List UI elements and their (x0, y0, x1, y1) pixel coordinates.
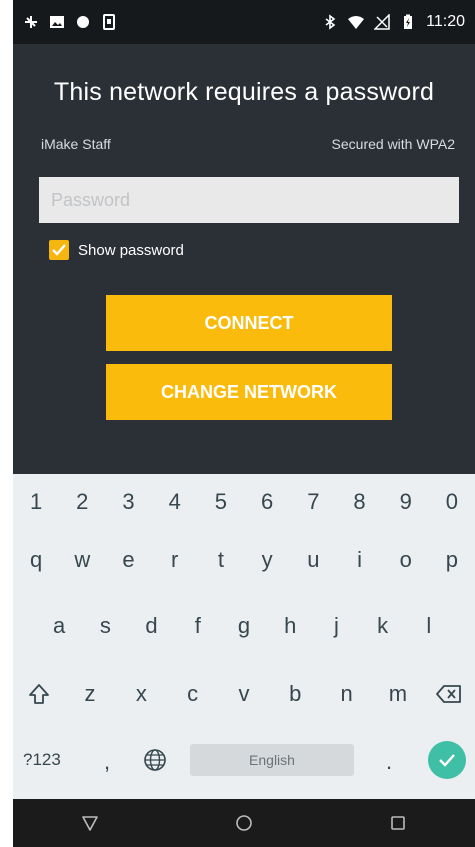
key-q[interactable]: q (13, 536, 59, 584)
phone-screen: 11:20 This network requires a password i… (13, 0, 475, 847)
network-name: iMake Staff (41, 136, 111, 152)
checkmark-icon (439, 754, 455, 767)
battery-icon (400, 14, 416, 30)
key-4[interactable]: 4 (152, 478, 198, 526)
key-2[interactable]: 2 (59, 478, 105, 526)
signal-icon (374, 14, 390, 30)
key-y[interactable]: y (244, 536, 290, 584)
wifi-icon (348, 14, 365, 30)
key-a[interactable]: a (36, 602, 82, 650)
key-p[interactable]: p (429, 536, 475, 584)
dialog-title: This network requires a password (53, 78, 435, 106)
enter-key[interactable] (428, 741, 466, 779)
key-i[interactable]: i (336, 536, 382, 584)
key-7[interactable]: 7 (290, 478, 336, 526)
key-k[interactable]: k (360, 602, 406, 650)
key-v[interactable]: v (218, 670, 269, 718)
key-m[interactable]: m (372, 670, 423, 718)
key-e[interactable]: e (105, 536, 151, 584)
bluetooth-icon (322, 14, 338, 30)
home-icon (236, 815, 252, 831)
keyboard-number-row: 1 2 3 4 5 6 7 8 9 0 (13, 478, 475, 526)
language-key[interactable] (141, 746, 169, 774)
key-x[interactable]: x (116, 670, 167, 718)
image-icon (49, 14, 65, 30)
key-d[interactable]: d (128, 602, 174, 650)
key-9[interactable]: 9 (383, 478, 429, 526)
show-password-row[interactable]: Show password (49, 240, 184, 260)
circle-icon (75, 14, 91, 30)
navigation-bar (13, 799, 475, 847)
keyboard-row-1: q w e r t y u i o p (13, 536, 475, 584)
symbols-key[interactable]: ?123 (23, 744, 61, 776)
password-input[interactable] (39, 177, 459, 223)
status-left-icons (23, 14, 117, 30)
key-s[interactable]: s (82, 602, 128, 650)
globe-icon (144, 749, 166, 771)
status-bar: 11:20 (13, 0, 475, 44)
backspace-icon (436, 685, 462, 703)
key-o[interactable]: o (383, 536, 429, 584)
recents-icon (391, 816, 405, 830)
key-r[interactable]: r (152, 536, 198, 584)
key-g[interactable]: g (221, 602, 267, 650)
checkmark-icon (52, 244, 66, 256)
key-n[interactable]: n (321, 670, 372, 718)
status-time: 11:20 (426, 13, 465, 30)
cast-icon (23, 14, 39, 30)
key-l[interactable]: l (406, 602, 452, 650)
space-key[interactable]: English (190, 744, 354, 776)
key-j[interactable]: j (313, 602, 359, 650)
key-3[interactable]: 3 (105, 478, 151, 526)
key-0[interactable]: 0 (429, 478, 475, 526)
key-5[interactable]: 5 (198, 478, 244, 526)
status-right-icons: 11:20 (322, 13, 465, 31)
key-c[interactable]: c (167, 670, 218, 718)
key-8[interactable]: 8 (336, 478, 382, 526)
back-icon (82, 816, 98, 831)
key-z[interactable]: z (64, 670, 115, 718)
key-f[interactable]: f (175, 602, 221, 650)
key-h[interactable]: h (267, 602, 313, 650)
security-type: Secured with WPA2 (331, 136, 455, 152)
key-w[interactable]: w (59, 536, 105, 584)
key-comma[interactable]: , (104, 744, 110, 780)
recents-button[interactable] (378, 803, 418, 843)
shift-key[interactable] (13, 670, 64, 718)
show-password-label: Show password (78, 241, 184, 259)
back-button[interactable] (70, 803, 110, 843)
backspace-key[interactable] (424, 670, 475, 718)
key-1[interactable]: 1 (13, 478, 59, 526)
key-u[interactable]: u (290, 536, 336, 584)
connect-button[interactable]: CONNECT (106, 295, 392, 351)
sim-icon (101, 14, 117, 30)
change-network-button[interactable]: CHANGE NETWORK (106, 364, 392, 420)
keyboard-row-2: a s d f g h j k l (13, 602, 475, 650)
home-button[interactable] (224, 803, 264, 843)
show-password-checkbox[interactable] (49, 240, 69, 260)
keyboard-row-3: z x c v b n m (13, 670, 475, 718)
key-b[interactable]: b (270, 670, 321, 718)
soft-keyboard: 1 2 3 4 5 6 7 8 9 0 q w e r t y u i o p … (13, 474, 475, 799)
key-6[interactable]: 6 (244, 478, 290, 526)
key-period[interactable]: . (386, 744, 392, 780)
shift-icon (28, 684, 49, 704)
key-t[interactable]: t (198, 536, 244, 584)
